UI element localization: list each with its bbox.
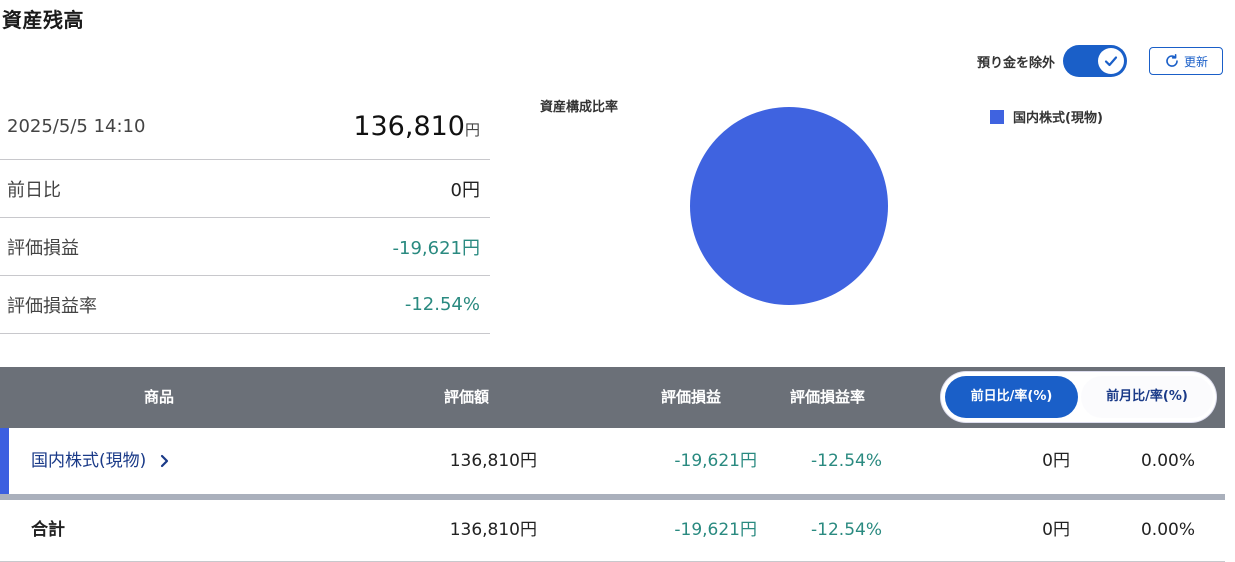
chart-legend: 国内株式(現物) [990,107,1103,126]
product-link[interactable]: 国内株式(現物) [31,428,172,494]
summary-total-row: 2025/5/5 14:10 136,810円 [0,94,490,160]
header-controls: 預り金を除外 更新 [977,45,1225,77]
check-icon [1104,56,1118,67]
table-row: 国内株式(現物) 136,810円 -19,621円 -12.54% 0円 0.… [0,428,1225,500]
cell-pl: -19,621円 [674,520,757,540]
header-product: 商品 [144,388,175,406]
page-title: 資産残高 [2,8,84,32]
summary-datetime: 2025/5/5 14:10 [7,116,146,137]
refresh-icon [1166,54,1178,67]
cell-change: 0円 [1042,451,1070,471]
pie-slice [690,107,888,305]
legend-label: 国内株式(現物) [1013,111,1103,126]
row-color-accent [0,428,9,494]
total-unit: 円 [464,121,480,139]
summary-value: 0円 [450,179,480,201]
summary-value: -12.54% [404,294,480,315]
header-pl: 評価損益 [661,388,722,406]
summary-row-pl-rate: 評価損益率 -12.54% [0,276,490,334]
chart-title: 資産構成比率 [540,100,619,115]
change-period-segment: 前日比/率(%) 前月比/率(%) [941,372,1216,422]
summary-row-pl: 評価損益 -19,621円 [0,218,490,276]
summary-total: 136,810円 [353,111,480,142]
summary-label: 評価損益 [7,237,79,259]
summary-value: -19,621円 [392,237,480,259]
exclude-deposit-label: 預り金を除外 [976,55,1055,71]
refresh-label: 更新 [1183,54,1208,69]
legend-swatch [990,109,1004,124]
toggle-knob [1098,48,1124,74]
cell-value: 136,810円 [449,451,537,471]
asset-summary: 2025/5/5 14:10 136,810円 前日比 0円 評価損益 -19,… [0,94,490,334]
table-total-row: 合計 136,810円 -19,621円 -12.54% 0円 0.00% [0,500,1225,562]
summary-row-day-change: 前日比 0円 [0,160,490,218]
table-header: 商品 評価額 評価損益 評価損益率 前日比/率(%) 前月比/率(%) [0,367,1225,428]
tab-month-change[interactable]: 前月比/率(%) [1081,376,1213,418]
refresh-button[interactable]: 更新 [1149,47,1223,75]
cell-value: 136,810円 [449,520,537,540]
exclude-deposit-toggle[interactable] [1063,45,1127,77]
total-value: 136,810 [353,111,465,142]
cell-change-rate: 0.00% [1140,451,1195,471]
holdings-table: 商品 評価額 評価損益 評価損益率 前日比/率(%) 前月比/率(%) 国内株式… [0,367,1225,562]
cell-pl-rate: -12.54% [811,451,882,471]
cell-change-rate: 0.00% [1140,520,1195,540]
summary-label: 評価損益率 [7,295,97,317]
tab-day-change[interactable]: 前日比/率(%) [945,376,1078,418]
chevron-right-icon [160,454,168,468]
header-value: 評価額 [444,388,490,406]
summary-label: 前日比 [7,179,61,201]
cell-pl-rate: -12.54% [811,520,882,540]
product-name: 国内株式(現物) [31,451,147,471]
cell-pl: -19,621円 [674,451,757,471]
asset-pie-chart [690,107,888,305]
header-pl-rate: 評価損益率 [790,388,866,406]
cell-change: 0円 [1042,520,1070,540]
total-label: 合計 [31,520,65,540]
